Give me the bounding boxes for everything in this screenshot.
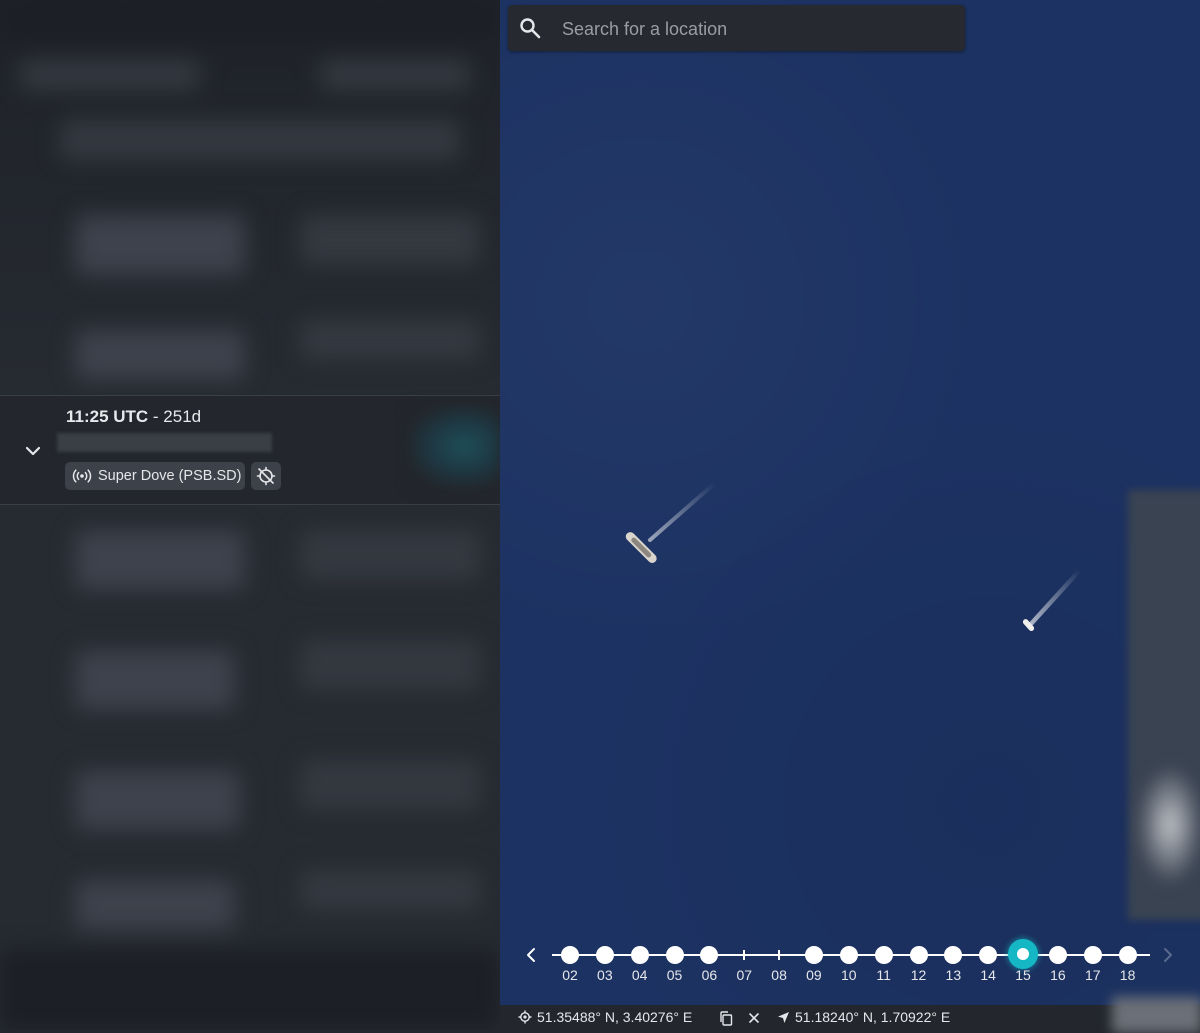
timeline-day-dot[interactable] (665, 946, 684, 964)
ship-vessel-1 (625, 481, 717, 563)
my-location-coordinates: 51.18240° N, 1.70922° E (777, 1009, 950, 1025)
timeline-day-label: 16 (1050, 967, 1066, 983)
timeline-day-label: 12 (910, 967, 927, 983)
satellite-map[interactable]: 02 03 04 05 06 07 08 09 10 11 12 13 14 15 16 17 18 (500, 0, 1200, 1005)
timeline-day-tick (778, 950, 781, 960)
chevron-right-icon (1163, 947, 1173, 963)
timeline-day-label: 14 (980, 967, 996, 983)
crosshair-icon (518, 1010, 532, 1024)
timeline-day-label: 02 (562, 967, 578, 983)
copy-icon (719, 1010, 733, 1026)
my-location-coordinates-text: 51.18240° N, 1.70922° E (795, 1009, 951, 1025)
date-timeline[interactable]: 02 03 04 05 06 07 08 09 10 11 12 13 14 15 16 17 18 (500, 935, 1200, 995)
timeline-day-label: 09 (806, 967, 822, 983)
timeline-day-dot[interactable] (839, 946, 858, 964)
timeline-day-label: 03 (597, 967, 613, 983)
timeline-day-dot[interactable] (1118, 946, 1137, 964)
cursor-coordinates: 51.35488° N, 3.40276° E (518, 1009, 692, 1025)
timeline-day-label: 13 (945, 967, 962, 983)
chevron-left-icon (526, 947, 536, 963)
redacted-overlay-spot (1140, 770, 1200, 880)
timeline-day-dot[interactable] (874, 946, 893, 964)
timeline-day-label: 06 (701, 967, 718, 983)
broadcast-icon (72, 469, 92, 483)
timeline-day-dot[interactable] (630, 946, 649, 964)
timeline-day-dot[interactable] (595, 946, 614, 964)
timeline-day-label: 18 (1119, 967, 1136, 983)
redacted-item-name (57, 433, 272, 452)
timeline-day-label: 04 (631, 967, 648, 983)
timeline-day-dot[interactable] (561, 946, 579, 964)
search-icon (519, 17, 541, 39)
timeline-day-dot[interactable] (909, 946, 928, 964)
redacted-results-list (0, 0, 500, 1030)
timeline-prev-button[interactable] (521, 944, 541, 966)
timeline-day-dot[interactable] (1048, 946, 1067, 964)
clear-coordinates-button[interactable] (745, 1009, 763, 1027)
coordinates-bar: 51.35488° N, 3.40276° E 51.18240° N, 1.7… (500, 997, 1200, 1033)
timeline-day-dot[interactable] (979, 946, 998, 964)
satellite-label: Super Dove (PSB.SD) (98, 468, 242, 484)
timeline-day-label: 05 (666, 967, 683, 983)
navigation-arrow-icon (777, 1011, 790, 1024)
timeline-day-label: 10 (841, 967, 857, 983)
map-imagery (500, 0, 1200, 1005)
satellite-chip[interactable]: Super Dove (PSB.SD) (65, 462, 245, 490)
results-sidebar: 11:25 UTC - 251d Super Dove (PSB.SD) (0, 0, 500, 1030)
result-time: 11:25 UTC - 251d (66, 407, 201, 427)
timeline-day-dot[interactable] (804, 946, 823, 964)
capture-time: 11:25 UTC (66, 407, 149, 426)
crosshair-off-icon (256, 466, 276, 486)
locate-off-button[interactable] (251, 462, 281, 490)
timeline-day-label: 11 (876, 967, 891, 983)
timeline-day-dot[interactable] (1083, 946, 1102, 964)
timeline-day-label: 15 (1015, 967, 1031, 983)
capture-age: - 251d (148, 407, 202, 426)
timeline-day-selected[interactable] (1013, 944, 1034, 964)
timeline-day-dot[interactable] (700, 946, 719, 964)
timeline-day-label: 08 (771, 967, 787, 983)
location-search[interactable] (508, 5, 965, 51)
close-icon (748, 1012, 760, 1024)
search-input[interactable] (560, 13, 959, 45)
redacted-corner (1112, 997, 1200, 1033)
ship-vessel-2 (1022, 567, 1083, 632)
chevron-down-icon[interactable] (22, 440, 44, 462)
copy-coordinates-button[interactable] (717, 1009, 735, 1027)
result-item-selected[interactable]: 11:25 UTC - 251d Super Dove (PSB.SD) (0, 395, 500, 505)
timeline-day-tick (743, 950, 746, 960)
timeline-day-dot[interactable] (944, 946, 963, 964)
timeline-day-label: 17 (1084, 967, 1101, 983)
timeline-day-label: 07 (736, 967, 753, 983)
result-thumbnail (410, 406, 500, 486)
cursor-coordinates-text: 51.35488° N, 3.40276° E (537, 1009, 693, 1025)
timeline-next-button[interactable] (1158, 944, 1178, 966)
